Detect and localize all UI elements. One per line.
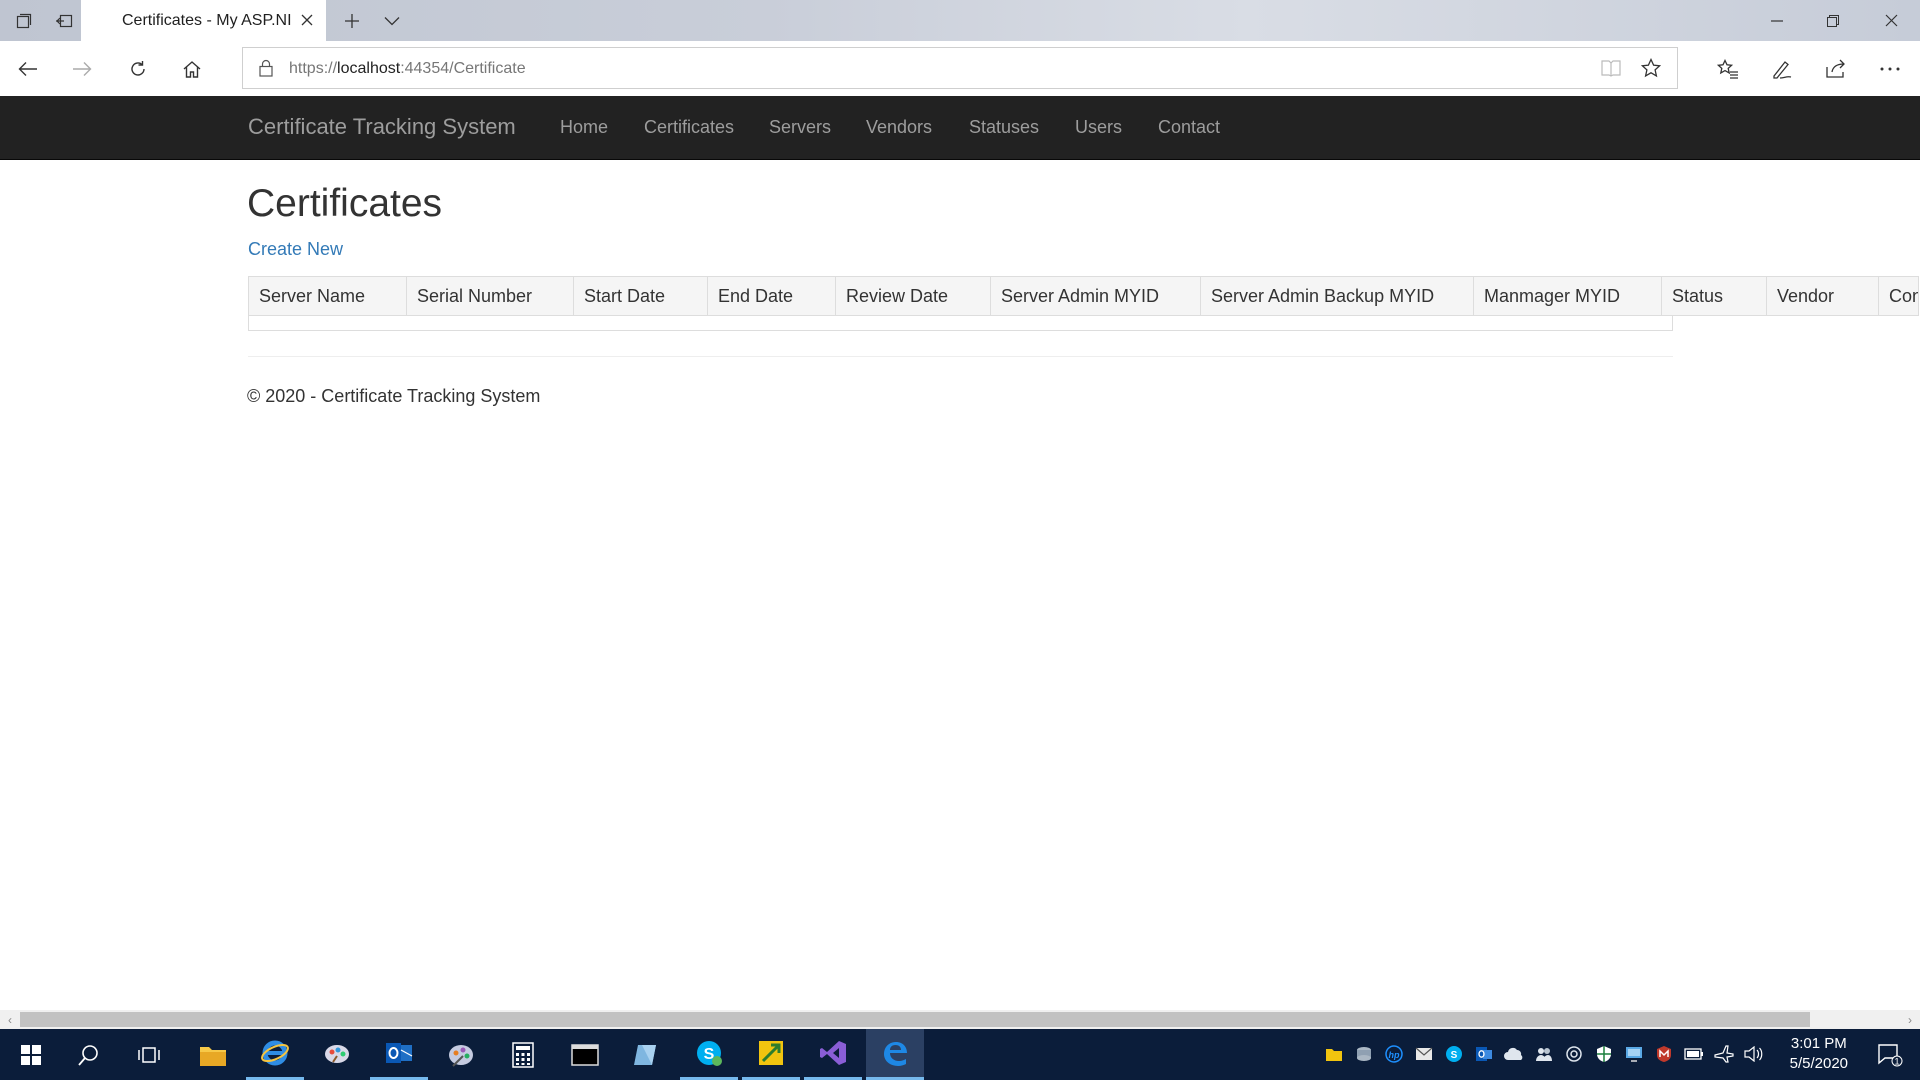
tray-battery-icon[interactable] xyxy=(1683,1043,1705,1065)
url-host: localhost xyxy=(337,60,401,77)
tray-shield-icon[interactable] xyxy=(1593,1043,1615,1065)
footer-copyright: © 2020 - Certificate Tracking System xyxy=(247,386,541,406)
more-options-icon[interactable] xyxy=(1870,49,1910,89)
svg-text:S: S xyxy=(1451,1050,1458,1061)
restore-icon[interactable] xyxy=(1810,0,1856,41)
set-tabs-aside-icon[interactable] xyxy=(4,0,44,41)
nav-link-certificates[interactable]: Certificates xyxy=(644,117,734,138)
nav-link-statuses[interactable]: Statuses xyxy=(969,117,1039,138)
column-header-server-admin-backup-myid: Server Admin Backup MYID xyxy=(1200,276,1474,316)
home-icon[interactable] xyxy=(172,49,212,89)
tray-network-drive-icon[interactable] xyxy=(1353,1043,1375,1065)
column-header-con-truncated: Con xyxy=(1878,276,1919,316)
task-view-icon[interactable] xyxy=(120,1029,178,1080)
url-scheme: https:// xyxy=(289,60,338,77)
footer-divider xyxy=(248,356,1673,357)
brand-link[interactable]: Certificate Tracking System xyxy=(248,114,516,140)
favorite-star-icon[interactable] xyxy=(1640,57,1662,83)
column-header-vendor: Vendor xyxy=(1766,276,1879,316)
table-empty-body xyxy=(248,315,1673,331)
create-new-link[interactable]: Create New xyxy=(248,239,343,260)
web-note-pen-icon[interactable] xyxy=(1762,49,1802,89)
tray-mail-icon[interactable] xyxy=(1413,1043,1435,1065)
column-header-server-name: Server Name xyxy=(248,276,407,316)
nav-link-servers[interactable]: Servers xyxy=(769,117,831,138)
column-header-serial-number: Serial Number xyxy=(406,276,574,316)
windows-taskbar: S hp S 3:01 PM 5/5/2020 1 xyxy=(0,1029,1920,1080)
back-icon[interactable] xyxy=(8,49,48,89)
certificates-table: Server Name Serial Number Start Date End… xyxy=(248,276,1919,316)
notepad-app-icon[interactable] xyxy=(618,1029,676,1080)
clock-time: 3:01 PM xyxy=(1790,1035,1847,1052)
nav-link-users[interactable]: Users xyxy=(1075,117,1122,138)
forward-icon[interactable] xyxy=(62,49,102,89)
search-icon[interactable] xyxy=(60,1029,118,1080)
share-icon[interactable] xyxy=(1816,49,1856,89)
nav-link-contact[interactable]: Contact xyxy=(1158,117,1220,138)
horizontal-scrollbar[interactable]: ‹ › xyxy=(0,1010,1920,1029)
tray-hp-icon[interactable]: hp xyxy=(1383,1043,1405,1065)
tray-mcafee-icon[interactable] xyxy=(1653,1043,1675,1065)
column-header-end-date: End Date xyxy=(707,276,836,316)
tray-onedrive-icon[interactable] xyxy=(1503,1043,1525,1065)
lock-icon[interactable] xyxy=(259,59,273,82)
browser-title-bar: Certificates - My ASP.NI xyxy=(0,0,1920,41)
column-header-server-admin-myid: Server Admin MYID xyxy=(990,276,1201,316)
reading-view-icon[interactable] xyxy=(1601,59,1621,82)
nav-link-home[interactable]: Home xyxy=(560,117,608,138)
internet-explorer-icon[interactable] xyxy=(246,1029,304,1080)
tab-preview-chevron-icon[interactable] xyxy=(372,0,412,41)
page-title: Certificates xyxy=(247,182,443,225)
remote-tool-icon[interactable] xyxy=(742,1029,800,1080)
tray-sync-icon[interactable] xyxy=(1563,1043,1585,1065)
tray-skype-icon[interactable]: S xyxy=(1443,1043,1465,1065)
file-explorer-icon[interactable] xyxy=(184,1029,242,1080)
column-header-review-date: Review Date xyxy=(835,276,991,316)
visual-studio-icon[interactable] xyxy=(804,1029,862,1080)
skype-icon[interactable]: S xyxy=(680,1029,738,1080)
new-tab-icon[interactable] xyxy=(332,0,372,41)
tray-outlook-icon[interactable] xyxy=(1473,1043,1495,1065)
browser-tab[interactable]: Certificates - My ASP.NI xyxy=(81,0,326,41)
site-navbar: Certificate Tracking System Home Certifi… xyxy=(0,96,1920,160)
favorites-hub-icon[interactable] xyxy=(1708,49,1748,89)
action-center-icon[interactable]: 1 xyxy=(1870,1037,1910,1073)
outlook-icon[interactable] xyxy=(370,1029,428,1080)
edge-browser-icon[interactable] xyxy=(866,1029,924,1080)
close-window-icon[interactable] xyxy=(1866,0,1916,41)
column-header-manager-myid: Manmager MYID xyxy=(1473,276,1662,316)
column-header-status: Status xyxy=(1661,276,1767,316)
scroll-left-arrow-icon[interactable]: ‹ xyxy=(2,1012,18,1027)
clock-date: 5/5/2020 xyxy=(1789,1055,1848,1072)
palette-app-icon[interactable] xyxy=(432,1029,490,1080)
minimize-icon[interactable] xyxy=(1754,0,1800,41)
tray-display-icon[interactable] xyxy=(1623,1043,1645,1065)
address-bar[interactable]: https://localhost:44354/Certificate xyxy=(242,47,1678,89)
refresh-icon[interactable] xyxy=(118,49,158,89)
table-header-row: Server Name Serial Number Start Date End… xyxy=(248,276,1919,316)
url-text[interactable]: https://localhost:44354/Certificate xyxy=(289,60,526,78)
tabs-aside-icon[interactable] xyxy=(44,0,84,41)
close-tab-icon[interactable] xyxy=(296,9,318,31)
svg-text:hp: hp xyxy=(1389,1050,1400,1060)
tray-airplane-mode-icon[interactable] xyxy=(1713,1043,1735,1065)
tray-people-icon[interactable] xyxy=(1533,1043,1555,1065)
command-prompt-icon[interactable] xyxy=(556,1029,614,1080)
url-path: :44354/Certificate xyxy=(400,60,526,77)
tray-folder-icon[interactable] xyxy=(1323,1043,1345,1065)
calculator-icon[interactable] xyxy=(494,1029,552,1080)
browser-toolbar: https://localhost:44354/Certificate xyxy=(0,41,1920,96)
notification-count: 1 xyxy=(1894,1057,1899,1067)
taskbar-clock[interactable]: 3:01 PM 5/5/2020 xyxy=(1790,1034,1848,1074)
nav-link-vendors[interactable]: Vendors xyxy=(866,117,932,138)
tab-title: Certificates - My ASP.NI xyxy=(122,11,292,29)
start-windows-icon[interactable] xyxy=(2,1029,60,1080)
paint-app-icon[interactable] xyxy=(308,1029,366,1080)
tray-volume-icon[interactable] xyxy=(1743,1043,1765,1065)
scroll-right-arrow-icon[interactable]: › xyxy=(1902,1012,1918,1027)
column-header-start-date: Start Date xyxy=(573,276,708,316)
scrollbar-thumb[interactable] xyxy=(20,1012,1810,1027)
